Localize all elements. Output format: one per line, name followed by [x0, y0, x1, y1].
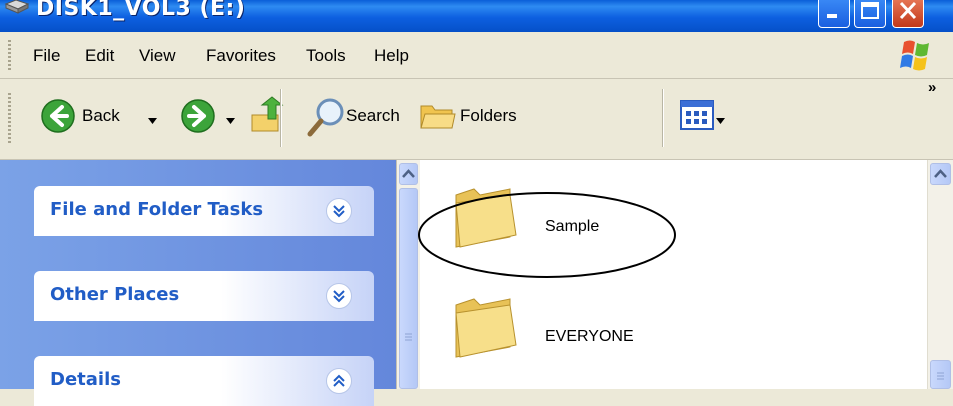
title-bar[interactable]: DISK1_VOL3 (E:): [0, 0, 953, 32]
panel-other-places[interactable]: Other Places: [34, 271, 374, 321]
panel-file-and-folder-tasks[interactable]: File and Folder Tasks: [34, 186, 374, 236]
back-dropdown-icon[interactable]: [148, 113, 158, 131]
expand-chevron-icon[interactable]: [326, 283, 352, 309]
menu-help[interactable]: Help: [374, 46, 409, 66]
search-icon[interactable]: [306, 96, 348, 143]
expand-chevron-icon[interactable]: [326, 198, 352, 224]
scrollbar-thumb[interactable]: [930, 360, 951, 389]
window-title: DISK1_VOL3 (E:): [36, 0, 246, 21]
folder-name[interactable]: EVERYONE: [545, 328, 634, 346]
menu-favorites[interactable]: Favorites: [206, 46, 276, 66]
maximize-button[interactable]: [854, 0, 886, 28]
folders-icon[interactable]: [418, 98, 456, 137]
minimize-button[interactable]: [818, 0, 850, 28]
toolbar-separator: [280, 89, 282, 147]
toolbar: Back Search Folders »: [0, 79, 953, 160]
panel-title[interactable]: File and Folder Tasks: [50, 199, 263, 220]
views-dropdown-icon[interactable]: [716, 113, 726, 131]
highlight-ellipse: [418, 192, 676, 278]
collapse-chevron-icon[interactable]: [326, 368, 352, 394]
menu-bar: File Edit View Favorites Tools Help: [0, 32, 953, 79]
up-folder-icon[interactable]: [248, 95, 288, 140]
file-list: Sample EVERYONE: [418, 160, 927, 389]
back-button-label[interactable]: Back: [82, 106, 120, 126]
toolbar-grip[interactable]: [8, 93, 11, 143]
folders-button-label[interactable]: Folders: [460, 106, 517, 126]
folder-item-everyone[interactable]: EVERYONE: [420, 295, 720, 375]
scroll-up-button[interactable]: [930, 163, 951, 185]
menu-view[interactable]: View: [139, 46, 176, 66]
toolbar-separator: [662, 89, 664, 147]
file-list-scrollbar[interactable]: [927, 160, 953, 389]
menu-grip[interactable]: [8, 40, 11, 70]
panel-title[interactable]: Other Places: [50, 284, 179, 305]
task-pane: File and Folder Tasks Other Places Detai…: [0, 160, 396, 406]
back-arrow-icon[interactable]: [40, 98, 76, 139]
panel-title[interactable]: Details: [50, 369, 121, 390]
forward-arrow-icon[interactable]: [180, 98, 216, 139]
menu-tools[interactable]: Tools: [306, 46, 346, 66]
forward-dropdown-icon[interactable]: [226, 113, 236, 131]
windows-logo-icon: [896, 36, 936, 76]
panel-details[interactable]: Details: [34, 356, 374, 406]
toolbar-overflow-chevron-icon[interactable]: »: [928, 79, 936, 96]
views-icon[interactable]: [680, 100, 714, 135]
close-button[interactable]: [892, 0, 924, 28]
drive-icon: [4, 0, 30, 14]
search-button-label[interactable]: Search: [346, 106, 400, 126]
folder-icon: [455, 298, 517, 358]
scroll-up-button[interactable]: [399, 163, 418, 185]
menu-file[interactable]: File: [33, 46, 60, 66]
menu-edit[interactable]: Edit: [85, 46, 114, 66]
